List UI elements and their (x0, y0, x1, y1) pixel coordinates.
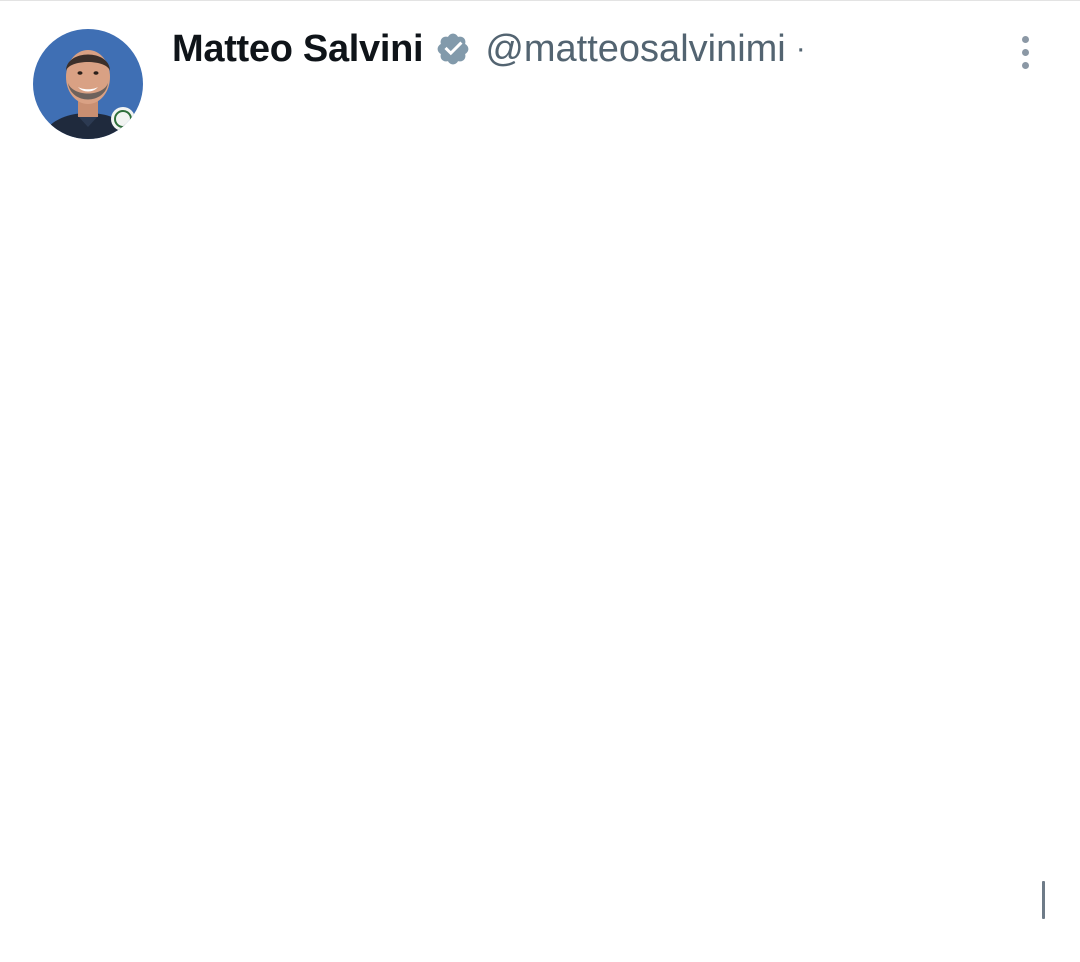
user-handle[interactable]: @matteosalvinimi (485, 28, 785, 71)
separator-dot: · (795, 32, 806, 65)
edge-mark (1042, 881, 1045, 919)
verified-badge-icon (435, 31, 471, 67)
avatar-image (33, 29, 143, 139)
display-name[interactable]: Matteo Salvini (172, 28, 424, 71)
more-vertical-icon (1021, 35, 1029, 43)
tweet-body (172, 89, 1052, 949)
more-vertical-icon-dot (1021, 48, 1029, 56)
more-options-button[interactable] (1004, 29, 1046, 75)
avatar[interactable] (33, 29, 143, 139)
tweet-card: Matteo Salvini @matteosalvinimi · (0, 0, 1080, 962)
tweet-header: Matteo Salvini @matteosalvinimi · (172, 23, 806, 75)
more-vertical-icon-dot (1021, 61, 1029, 69)
